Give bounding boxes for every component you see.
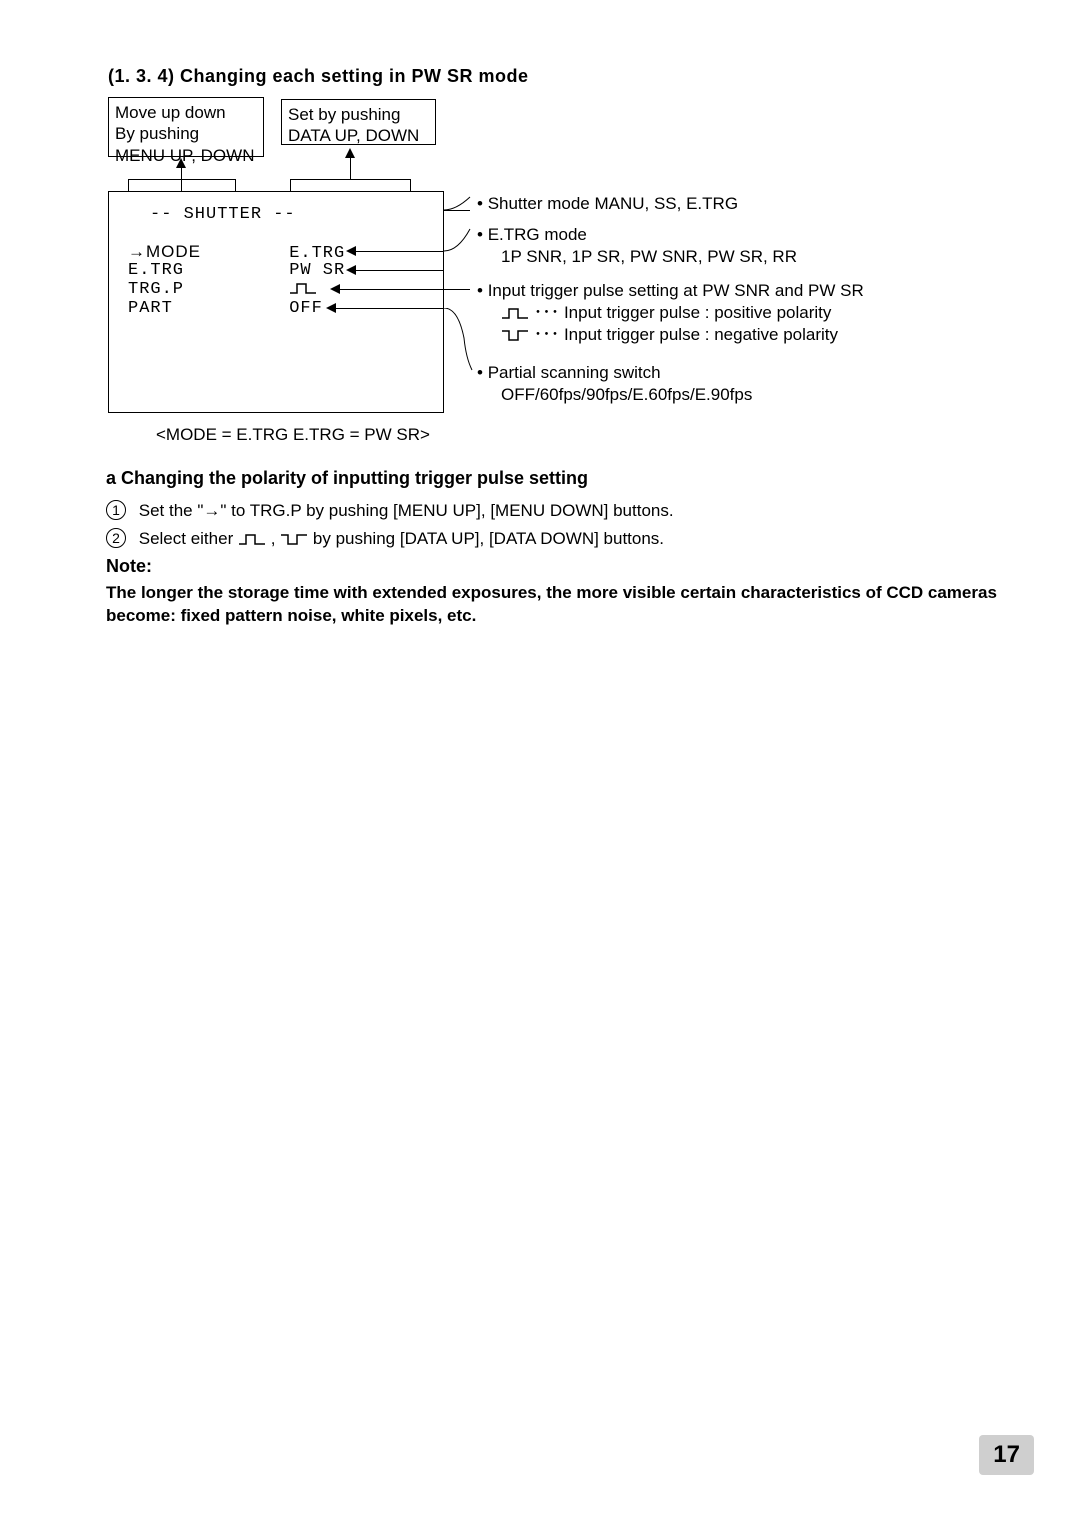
note-body: The longer the storage time with extende… <box>106 582 1006 628</box>
hint-box-menu-updown: Move up down By pushing MENU UP, DOWN <box>108 97 264 157</box>
step-text: Set the "→" to TRG.P by pushing [MENU UP… <box>139 501 674 520</box>
desc-text: Input trigger pulse setting at PW SNR an… <box>477 281 864 300</box>
desc-text: Partial scanning switch <box>477 363 661 382</box>
step-text: Select either <box>139 529 234 548</box>
connector-line <box>290 179 291 191</box>
connector-line <box>410 179 411 191</box>
desc-sub: OFF/60fps/90fps/E.60fps/E.90fps <box>477 384 752 406</box>
desc-sub: 1P SNR, 1P SR, PW SNR, PW SR, RR <box>477 246 797 268</box>
pulse-positive-icon <box>501 306 529 320</box>
connector-curve <box>444 308 474 378</box>
arrowhead-left-icon <box>330 284 340 294</box>
desc-text: Shutter mode MANU, SS, E.TRG <box>477 194 738 213</box>
lcd-row-mode: →MODE E.TRG <box>128 242 379 263</box>
desc-sub-text: ･･･ Input trigger pulse : positive polar… <box>534 303 832 322</box>
connector-line <box>356 251 444 252</box>
step-number-icon: 2 <box>106 528 126 548</box>
connector-line <box>128 179 129 191</box>
hint-box-line: Set by pushing <box>288 104 429 125</box>
desc-sub: ･･･ Input trigger pulse : negative polar… <box>477 324 864 346</box>
hint-box-line: Move up down <box>115 102 257 123</box>
lcd-label: TRG.P <box>128 280 278 299</box>
pulse-negative-icon <box>280 532 308 546</box>
desc-sub: ･･･ Input trigger pulse : positive polar… <box>477 302 864 324</box>
lcd-caption: <MODE = E.TRG E.TRG = PW SR> <box>156 425 430 445</box>
desc-sub-text: ･･･ Input trigger pulse : negative polar… <box>534 325 838 344</box>
hint-box-line: By pushing <box>115 123 257 144</box>
connector-line <box>128 179 235 180</box>
desc-text: E.TRG mode <box>477 225 587 244</box>
arrowhead-left-icon <box>346 265 356 275</box>
step-number-icon: 1 <box>106 500 126 520</box>
desc-etrg-mode: E.TRG mode 1P SNR, 1P SR, PW SNR, PW SR,… <box>477 224 797 268</box>
hint-box-line: DATA UP, DOWN <box>288 125 429 146</box>
arrowhead-up-icon <box>345 148 355 158</box>
pulse-negative-icon <box>501 328 529 342</box>
page: (1. 3. 4) Changing each setting in PW SR… <box>0 0 1080 1529</box>
step-text: , <box>271 529 280 548</box>
desc-shutter-mode: Shutter mode MANU, SS, E.TRG <box>477 193 738 215</box>
lcd-label: E.TRG <box>128 261 278 280</box>
arrowhead-left-icon <box>326 303 336 313</box>
arrowhead-left-icon <box>346 246 356 256</box>
connector-line <box>350 158 351 179</box>
connector-line <box>336 308 444 309</box>
connector-line <box>235 179 236 191</box>
step-text: by pushing [DATA UP], [DATA DOWN] button… <box>313 529 664 548</box>
desc-partial-scan: Partial scanning switch OFF/60fps/90fps/… <box>477 362 752 406</box>
lcd-label: →MODE <box>128 242 278 262</box>
arrowhead-up-icon <box>176 158 186 168</box>
lcd-row-etrg: E.TRG PW SR <box>128 261 379 280</box>
step-2: 2 Select either , by pushing [DATA UP], … <box>106 528 664 549</box>
lcd-label: PART <box>128 299 278 318</box>
page-number: 17 <box>979 1435 1034 1475</box>
pulse-positive-icon <box>289 281 317 295</box>
connector-curve <box>444 195 474 215</box>
lcd-title: -- SHUTTER -- <box>150 205 296 224</box>
hint-box-line: MENU UP, DOWN <box>115 145 257 166</box>
note-label: Note: <box>106 556 152 577</box>
hint-box-data-updown: Set by pushing DATA UP, DOWN <box>281 99 436 145</box>
section-heading: (1. 3. 4) Changing each setting in PW SR… <box>108 66 529 87</box>
connector-curve <box>444 225 474 255</box>
subsection-heading: a Changing the polarity of inputting tri… <box>106 468 588 489</box>
connector-line <box>356 270 444 271</box>
desc-trigger-pulse: Input trigger pulse setting at PW SNR an… <box>477 280 864 346</box>
connector-line <box>340 289 470 290</box>
step-1: 1 Set the "→" to TRG.P by pushing [MENU … <box>106 500 674 521</box>
connector-line <box>290 179 410 180</box>
pulse-positive-icon <box>238 532 266 546</box>
